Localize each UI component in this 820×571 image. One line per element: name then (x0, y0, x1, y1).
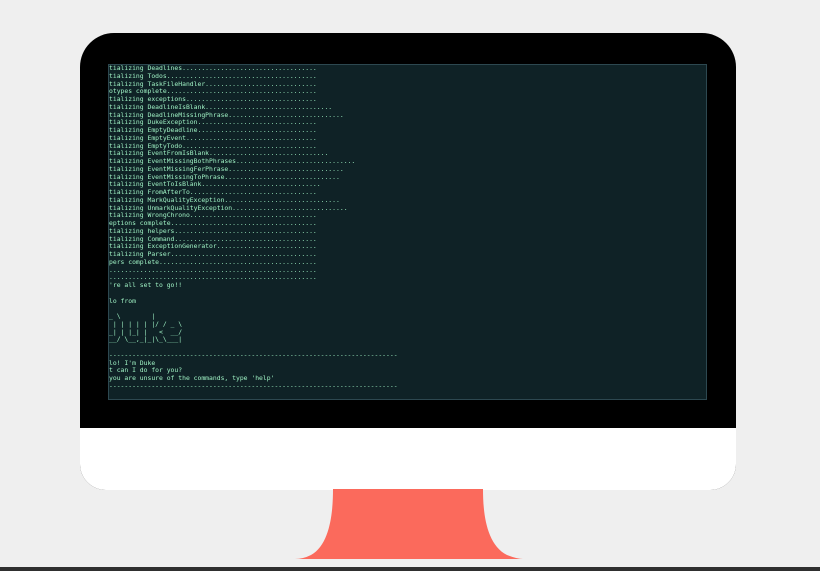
monitor-stand (295, 489, 523, 559)
monitor: tializing Deadlines.....................… (80, 33, 736, 490)
monitor-chin (80, 428, 736, 490)
terminal-output: tializing Deadlines.....................… (109, 65, 398, 391)
floor-line (0, 567, 820, 571)
terminal-line: __/ \__,_|_|\_\___| (109, 335, 183, 344)
terminal-line: lo from (109, 296, 136, 305)
terminal-screen[interactable]: tializing Deadlines.....................… (108, 64, 707, 400)
terminal-line: 're all set to go!! (109, 281, 183, 289)
terminal-line: ----------------------------------------… (109, 381, 398, 390)
